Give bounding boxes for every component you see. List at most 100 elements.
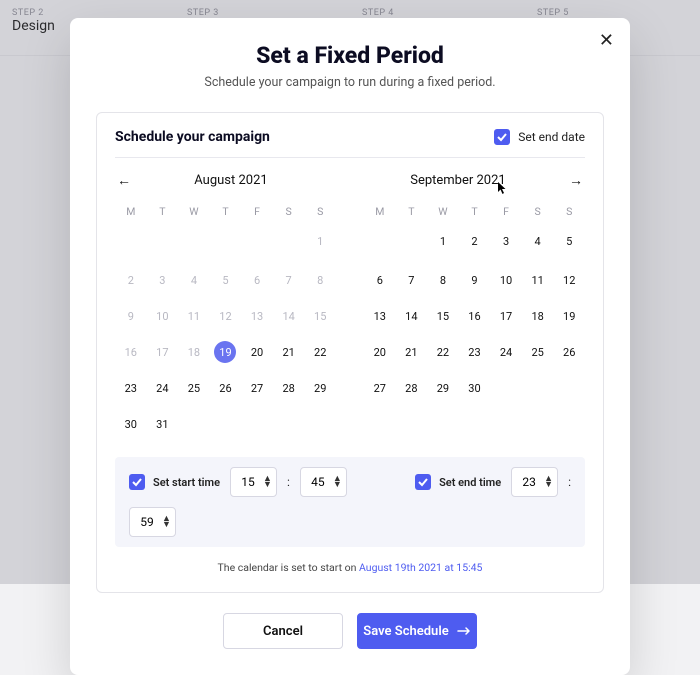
calendar-day[interactable]: 24 <box>147 373 179 403</box>
calendar-left: MTWTFSS123456789101112131415161718192021… <box>115 201 336 439</box>
calendar-day[interactable]: 16 <box>115 337 147 367</box>
calendar-day[interactable]: 6 <box>241 265 273 295</box>
time-bar: Set start time 15 ▲▼ : 45 ▲▼ Set end tim… <box>115 457 585 547</box>
calendar-day[interactable]: 3 <box>147 265 179 295</box>
right-month-title: September 2021 <box>410 173 506 188</box>
calendar-day[interactable]: 29 <box>304 373 336 403</box>
checkbox-checked-icon <box>129 474 145 490</box>
panel-title: Schedule your campaign <box>115 129 270 145</box>
dow-header: S <box>304 201 336 222</box>
calendar-day[interactable]: 17 <box>490 301 522 331</box>
calendar-day[interactable]: 2 <box>459 226 491 259</box>
start-hour-stepper[interactable]: 15 ▲▼ <box>230 467 277 497</box>
schedule-summary: The calendar is set to start on August 1… <box>115 561 585 574</box>
calendar-day[interactable]: 7 <box>396 265 428 295</box>
calendar-day[interactable]: 20 <box>241 337 273 367</box>
calendar-day[interactable]: 20 <box>364 337 396 367</box>
calendar-day[interactable]: 23 <box>459 337 491 367</box>
dow-header: W <box>178 201 210 222</box>
calendar-day[interactable]: 13 <box>241 301 273 331</box>
start-hour-value: 15 <box>239 475 257 489</box>
calendar-day[interactable]: 30 <box>115 409 147 439</box>
calendar-day[interactable]: 9 <box>115 301 147 331</box>
calendar-day[interactable]: 2 <box>115 265 147 295</box>
arrow-right-icon <box>457 626 471 636</box>
calendar-day[interactable]: 23 <box>115 373 147 403</box>
calendar-day[interactable]: 30 <box>459 373 491 403</box>
calendar-day[interactable]: 25 <box>178 373 210 403</box>
calendar-nav: ← August 2021 September 2021 → <box>115 172 585 189</box>
calendar-day[interactable]: 26 <box>553 337 585 367</box>
end-minute-stepper[interactable]: 59 ▲▼ <box>129 507 176 537</box>
close-icon: ✕ <box>599 30 614 51</box>
dow-header: M <box>364 201 396 222</box>
summary-prefix: The calendar is set to start on <box>218 561 359 574</box>
set-end-time-toggle[interactable]: Set end time <box>415 474 501 490</box>
calendar-day[interactable]: 24 <box>490 337 522 367</box>
calendar-day[interactable]: 21 <box>396 337 428 367</box>
calendar-day[interactable]: 31 <box>147 409 179 439</box>
calendar-day[interactable]: 29 <box>427 373 459 403</box>
calendar-day[interactable]: 11 <box>522 265 554 295</box>
stepper-arrows-icon: ▲▼ <box>162 516 171 528</box>
set-end-date-toggle[interactable]: Set end date <box>494 129 585 145</box>
calendar-day[interactable]: 25 <box>522 337 554 367</box>
calendar-day[interactable]: 8 <box>304 265 336 295</box>
calendar-day[interactable]: 21 <box>273 337 305 367</box>
calendar-day[interactable]: 27 <box>241 373 273 403</box>
calendar-day[interactable]: 22 <box>427 337 459 367</box>
calendar-day[interactable]: 17 <box>147 337 179 367</box>
calendars: MTWTFSS123456789101112131415161718192021… <box>115 201 585 439</box>
calendar-day[interactable]: 18 <box>178 337 210 367</box>
calendar-day[interactable]: 14 <box>396 301 428 331</box>
calendar-day[interactable]: 1 <box>304 226 336 259</box>
calendar-day[interactable]: 8 <box>427 265 459 295</box>
calendar-day[interactable]: 5 <box>553 226 585 259</box>
calendar-right: MTWTFSS123456789101112131415161718192021… <box>364 201 585 439</box>
calendar-day[interactable]: 6 <box>364 265 396 295</box>
start-minute-stepper[interactable]: 45 ▲▼ <box>300 467 347 497</box>
calendar-day[interactable]: 14 <box>273 301 305 331</box>
calendar-day[interactable]: 10 <box>147 301 179 331</box>
dow-header: M <box>115 201 147 222</box>
prev-month-button[interactable]: ← <box>115 172 133 189</box>
calendar-day[interactable]: 9 <box>459 265 491 295</box>
calendar-day[interactable]: 5 <box>210 265 242 295</box>
calendar-day[interactable]: 4 <box>178 265 210 295</box>
next-month-button[interactable]: → <box>567 172 585 189</box>
calendar-day[interactable]: 26 <box>210 373 242 403</box>
dow-header: S <box>522 201 554 222</box>
calendar-day[interactable]: 16 <box>459 301 491 331</box>
calendar-day[interactable]: 18 <box>522 301 554 331</box>
start-minute-value: 45 <box>309 475 327 489</box>
calendar-day[interactable]: 7 <box>273 265 305 295</box>
set-end-time-label: Set end time <box>439 476 501 489</box>
set-start-time-toggle[interactable]: Set start time <box>129 474 220 490</box>
set-end-date-label: Set end date <box>518 130 585 144</box>
schedule-panel: Schedule your campaign Set end date ← Au… <box>96 112 604 593</box>
calendar-day[interactable]: 15 <box>427 301 459 331</box>
panel-header: Schedule your campaign Set end date <box>115 129 585 158</box>
calendar-day[interactable]: 12 <box>210 301 242 331</box>
dow-header: W <box>427 201 459 222</box>
calendar-day[interactable]: 12 <box>553 265 585 295</box>
calendar-day[interactable]: 13 <box>364 301 396 331</box>
calendar-day[interactable]: 28 <box>396 373 428 403</box>
calendar-day[interactable]: 10 <box>490 265 522 295</box>
calendar-day[interactable]: 4 <box>522 226 554 259</box>
calendar-day[interactable]: 19 <box>210 337 242 367</box>
calendar-day[interactable]: 27 <box>364 373 396 403</box>
calendar-day[interactable]: 11 <box>178 301 210 331</box>
calendar-day[interactable]: 19 <box>553 301 585 331</box>
dow-header: T <box>210 201 242 222</box>
calendar-day[interactable]: 22 <box>304 337 336 367</box>
calendar-day[interactable]: 28 <box>273 373 305 403</box>
calendar-day[interactable]: 15 <box>304 301 336 331</box>
close-button[interactable]: ✕ <box>599 32 614 50</box>
summary-link[interactable]: August 19th 2021 at 15:45 <box>359 561 482 574</box>
save-schedule-button[interactable]: Save Schedule <box>357 613 477 649</box>
calendar-day[interactable]: 1 <box>427 226 459 259</box>
cancel-button[interactable]: Cancel <box>223 613 343 649</box>
end-hour-stepper[interactable]: 23 ▲▼ <box>511 467 558 497</box>
calendar-day[interactable]: 3 <box>490 226 522 259</box>
